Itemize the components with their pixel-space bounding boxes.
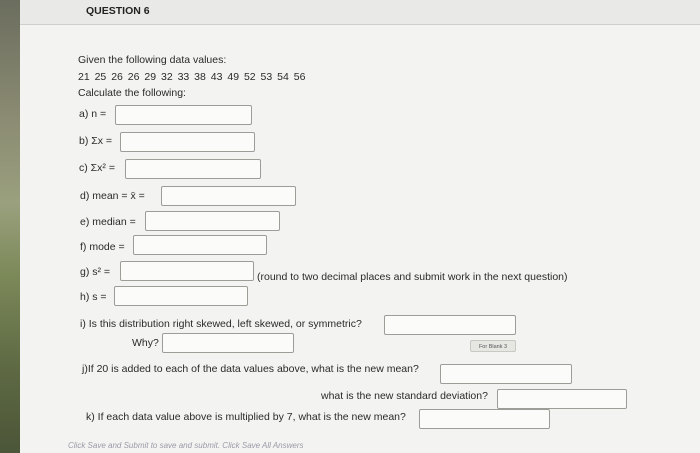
input-new-mean-multiply[interactable] <box>419 409 550 429</box>
label-skewness: i) Is this distribution right skewed, le… <box>80 318 362 330</box>
variance-note: (round to two decimal places and submit … <box>257 271 568 283</box>
input-why[interactable] <box>162 333 294 353</box>
background-left-edge <box>0 0 22 453</box>
calculate-label: Calculate the following: <box>78 87 186 99</box>
label-median: e) median = <box>80 216 136 228</box>
label-mode: f) mode = <box>80 241 125 253</box>
label-sum-x: b) Σx = <box>79 135 113 147</box>
question-title: QUESTION 6 <box>86 5 150 17</box>
input-sum-x[interactable] <box>120 132 255 152</box>
input-new-std-dev[interactable] <box>497 389 627 409</box>
blank-badge: For Blank 3 <box>470 340 516 352</box>
label-new-std-dev: what is the new standard deviation? <box>321 390 488 402</box>
footer-instructions: Click Save and Submit to save and submit… <box>68 441 304 450</box>
data-values: 21 25 26 26 29 32 33 38 43 49 52 53 54 5… <box>78 71 306 83</box>
input-new-mean-add[interactable] <box>440 364 572 384</box>
input-std-dev[interactable] <box>114 286 248 306</box>
label-why: Why? <box>132 337 159 349</box>
label-n: a) n = <box>79 108 107 120</box>
input-sum-x-squared[interactable] <box>125 159 261 179</box>
input-variance[interactable] <box>120 261 254 281</box>
label-new-mean-add: j)If 20 is added to each of the data val… <box>82 363 419 375</box>
input-mean[interactable] <box>161 186 296 206</box>
input-n[interactable] <box>115 105 252 125</box>
label-new-mean-multiply: k) If each data value above is multiplie… <box>86 411 406 423</box>
input-skewness[interactable] <box>384 315 516 335</box>
input-median[interactable] <box>145 211 280 231</box>
label-variance: g) s² = <box>80 266 111 278</box>
label-mean: d) mean = x̄ = <box>80 190 145 202</box>
intro-text: Given the following data values: <box>78 54 227 66</box>
input-mode[interactable] <box>133 235 267 255</box>
label-std-dev: h) s = <box>80 291 107 303</box>
label-sum-x-squared: c) Σx² = <box>79 162 115 174</box>
